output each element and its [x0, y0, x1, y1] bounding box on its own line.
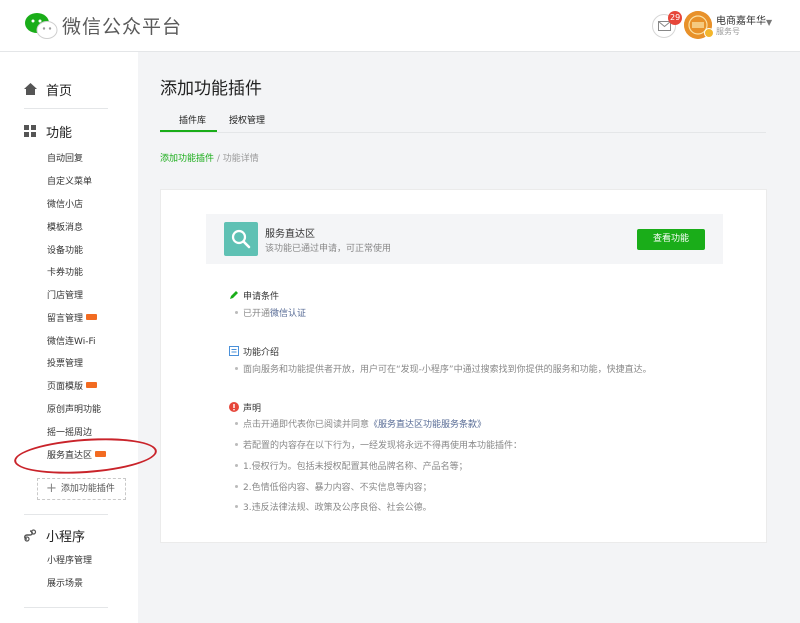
intro-title: 功能介绍 [243, 348, 280, 358]
mini-program-icon [24, 529, 37, 542]
plus-icon: + [46, 481, 57, 496]
sidebar-item-showcase[interactable]: 展示场景 [47, 577, 83, 591]
service-name: 服务直达区 [265, 229, 315, 240]
sidebar: 首页 功能 自动回复 自定义菜单 微信小店 模板消息 设备功能 卡券功能 门店管… [0, 52, 159, 623]
sidebar-item-label: 设备功能 [47, 246, 84, 256]
sidebar-item-auto-reply[interactable]: 自动回复 [47, 152, 83, 166]
statement-prefix: 点击开通即代表你已阅读并同意 [243, 420, 370, 430]
conditions-title: 申请条件 [243, 292, 280, 302]
sidebar-divider [24, 108, 108, 109]
tab-bar: 插件库 授权管理 [160, 110, 766, 133]
sidebar-item-page-template[interactable]: 页面模版 [47, 380, 98, 394]
sidebar-item-label: 自定义菜单 [47, 177, 93, 187]
add-plugin-label: 添加功能插件 [60, 484, 115, 494]
sidebar-item-label: 微信小店 [47, 200, 84, 210]
breadcrumb-current: 功能详情 [222, 154, 259, 164]
sidebar-item-store[interactable]: 门店管理 [47, 289, 83, 303]
plugin-detail-card: 服务直达区 该功能已通过申请，可正常使用 查看功能 申请条件 已开通微信认证 功… [160, 189, 767, 543]
document-icon [229, 346, 239, 356]
warning-icon [229, 402, 239, 412]
brand-title[interactable]: 微信公众平台 [62, 12, 182, 39]
sidebar-section-label: 首页 [46, 84, 73, 99]
home-icon [24, 83, 37, 95]
statement-line: 若配置的内容存在以下行为，一经发现将永远不得再使用本功能插件： [234, 438, 522, 451]
wechat-logo-icon[interactable] [24, 12, 58, 40]
new-badge [86, 314, 98, 320]
sidebar-item-label: 投票管理 [47, 359, 84, 369]
wechat-verify-link[interactable]: 微信认证 [270, 309, 306, 319]
condition-item: 已开通微信认证 [234, 306, 306, 319]
page-title: 添加功能插件 [160, 79, 262, 99]
sidebar-item-label: 模板消息 [47, 223, 84, 233]
sidebar-item-device[interactable]: 设备功能 [47, 244, 83, 258]
statement-line: 1.侵权行为。包括未授权配置其他品牌名称、产品名等； [235, 459, 468, 472]
service-summary: 服务直达区 该功能已通过申请，可正常使用 查看功能 [206, 214, 723, 264]
sidebar-section-label: 小程序 [46, 530, 86, 545]
sidebar-item-custom-menu[interactable]: 自定义菜单 [47, 175, 92, 189]
intro-text: 面向服务和功能提供者开放，用户可在“发现-小程序”中通过搜索找到你提供的服务和功… [235, 362, 652, 375]
sidebar-item-original[interactable]: 原创声明功能 [47, 403, 101, 417]
breadcrumb-link[interactable]: 添加功能插件 [160, 154, 214, 164]
service-status: 该功能已通过申请，可正常使用 [265, 244, 392, 254]
sidebar-item-template-message[interactable]: 模板消息 [47, 221, 83, 235]
breadcrumb-separator: / [214, 154, 223, 164]
mail-count-badge: 29 [668, 11, 683, 25]
account-type: 服务号 [716, 27, 740, 36]
sidebar-item-label: 页面模版 [47, 382, 84, 392]
sidebar-item-label: 微信连Wi-Fi [47, 337, 96, 347]
breadcrumb: 添加功能插件 / 功能详情 [160, 151, 259, 164]
statement-title: 声明 [243, 404, 262, 414]
sidebar-item-coupon[interactable]: 卡券功能 [47, 266, 83, 280]
tab-active-indicator [160, 130, 217, 132]
add-plugin-button[interactable]: + 添加功能插件 [37, 478, 126, 500]
sidebar-divider [24, 514, 108, 515]
grid-icon [24, 125, 36, 137]
sidebar-item-label: 小程序管理 [47, 556, 93, 566]
sidebar-item-label: 自动回复 [47, 154, 84, 164]
sidebar-item-shake[interactable]: 摇一摇周边 [47, 426, 92, 440]
verified-badge-icon [704, 28, 714, 38]
sidebar-divider [24, 607, 108, 608]
condition-prefix: 已开通 [243, 309, 271, 319]
sidebar-item-wifi[interactable]: 微信连Wi-Fi [47, 335, 95, 349]
sidebar-item-label: 卡券功能 [47, 268, 84, 278]
statement-line: 2.色情低俗内容、暴力内容、不实信息等内容； [235, 480, 432, 493]
sidebar-item-label: 留言管理 [47, 314, 84, 324]
chevron-down-icon[interactable]: ▼ [766, 18, 772, 27]
view-function-button[interactable]: 查看功能 [637, 229, 705, 250]
service-tile [224, 222, 258, 256]
tab-plugin-library[interactable]: 插件库 [179, 113, 206, 126]
sidebar-item-label: 摇一摇周边 [47, 428, 93, 438]
sidebar-item-comments[interactable]: 留言管理 [47, 312, 98, 326]
tab-authorization[interactable]: 授权管理 [229, 113, 265, 126]
statement-line: 点击开通即代表你已阅读并同意《服务直达区功能服务条款》 [234, 417, 486, 430]
account-name[interactable]: 电商嘉年华 [716, 12, 766, 27]
highlight-circle [12, 434, 159, 478]
sidebar-item-wechat-shop[interactable]: 微信小店 [47, 198, 83, 212]
sidebar-item-label: 展示场景 [47, 579, 84, 589]
pencil-icon [230, 291, 238, 299]
new-badge [86, 382, 98, 388]
sidebar-section-label: 功能 [46, 126, 73, 141]
sidebar-item-mini-manage[interactable]: 小程序管理 [47, 554, 92, 568]
sidebar-item-label: 原创声明功能 [47, 405, 102, 415]
statement-line: 3.违反法律法规、政策及公序良俗、社会公德。 [235, 500, 432, 513]
search-icon [231, 229, 251, 249]
top-bar: 微信公众平台 29 电商嘉年华 服务号 ▼ [0, 0, 800, 52]
terms-link[interactable]: 《服务直达区功能服务条款》 [369, 420, 486, 430]
sidebar-item-vote[interactable]: 投票管理 [47, 357, 83, 371]
sidebar-item-label: 门店管理 [47, 291, 84, 301]
